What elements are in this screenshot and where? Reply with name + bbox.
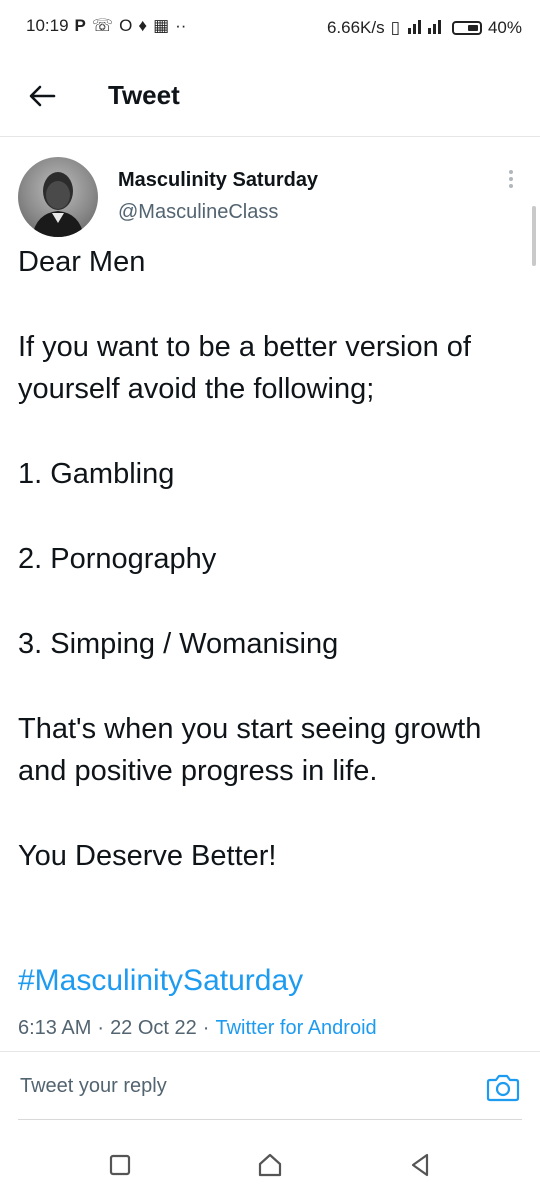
tweet-meta: 6:13 AM · 22 Oct 22 · Twitter for Androi…	[18, 1017, 377, 1040]
tweet-line: If you want to be a better version of yo…	[18, 331, 471, 405]
system-nav-bar	[0, 1130, 540, 1200]
back-button[interactable]	[22, 78, 62, 114]
divider	[18, 1119, 522, 1120]
author-handle[interactable]: @MasculineClass	[118, 201, 278, 224]
office-icon: ▦	[153, 16, 170, 35]
tweet-header: Tweet	[0, 56, 540, 137]
square-icon	[109, 1154, 131, 1176]
scrollbar[interactable]	[532, 206, 536, 266]
camera-button[interactable]	[486, 1072, 520, 1102]
tweet-list-item: 3. Simping / Womanising	[18, 628, 339, 660]
tweet-text: Dear Men If you want to be a better vers…	[18, 241, 518, 877]
battery-level: 40%	[487, 17, 522, 37]
tweet-line: You Deserve Better!	[18, 840, 277, 872]
battery-icon	[451, 20, 482, 35]
status-left: 10:19 P ☏ O ♦ ▦ ··	[26, 16, 186, 36]
meta-separator: ·	[97, 1017, 105, 1039]
home-icon	[258, 1153, 282, 1177]
p-icon: P	[74, 16, 86, 35]
more-dots-icon: ··	[175, 16, 187, 35]
arrow-left-icon	[29, 85, 56, 107]
status-time: 10:19	[26, 16, 69, 35]
signal-icon	[406, 16, 446, 39]
tweet-source-link[interactable]: Twitter for Android	[215, 1017, 376, 1040]
tweet-line: Dear Men	[18, 246, 146, 278]
more-options-icon[interactable]	[504, 167, 518, 193]
tweet-line: That's when you start seeing growth and …	[18, 713, 482, 787]
reply-bar	[0, 1052, 540, 1120]
triangle-back-icon	[411, 1153, 429, 1177]
puzzle-icon: ♦	[138, 16, 148, 35]
tweet-list-item: 2. Pornography	[18, 543, 217, 575]
camera-icon	[486, 1074, 520, 1102]
recents-button[interactable]	[105, 1150, 135, 1180]
tweet-date: 22 Oct 22	[110, 1017, 197, 1039]
circle-icon: O	[119, 16, 133, 35]
reply-input[interactable]	[18, 1074, 442, 1099]
hashtag-link[interactable]: #MasculinitySaturday	[18, 964, 303, 998]
home-button[interactable]	[255, 1150, 285, 1180]
author-name[interactable]: Masculinity Saturday	[118, 169, 318, 192]
vibrate-icon: ▯	[390, 17, 400, 37]
back-nav-button[interactable]	[405, 1150, 435, 1180]
status-right: 6.66K/s ▯ 40%	[327, 16, 522, 39]
network-speed: 6.66K/s	[326, 17, 385, 37]
page-title: Tweet	[108, 80, 180, 110]
status-bar: 10:19 P ☏ O ♦ ▦ ·· 6.66K/s ▯ 40%	[0, 0, 540, 56]
tweet-time: 6:13 AM	[18, 1017, 92, 1039]
tweet-list-item: 1. Gambling	[18, 458, 175, 490]
avatar[interactable]	[18, 157, 98, 237]
whatsapp-icon: ☏	[91, 16, 114, 35]
meta-separator: ·	[202, 1017, 210, 1039]
